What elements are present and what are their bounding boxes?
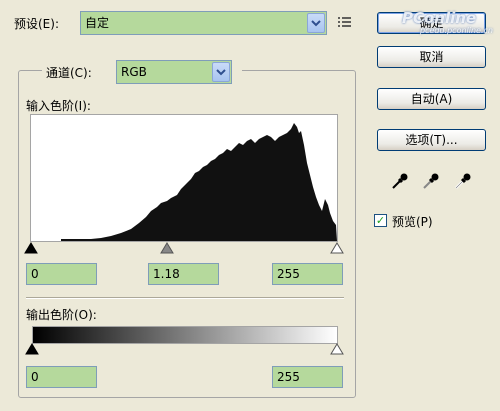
input-levels-label: 输入色阶(I): [26, 99, 91, 113]
input-black-slider[interactable] [24, 242, 38, 257]
white-eyedropper-icon[interactable] [453, 171, 473, 194]
watermark-url: pcedu.pconline.cn [420, 26, 493, 35]
output-levels-label: 输出色阶(O): [26, 308, 97, 322]
preview-checkbox[interactable]: ✓ [374, 214, 387, 227]
preview-label: 预览(P) [392, 215, 433, 229]
input-black-value: 0 [31, 267, 39, 281]
cancel-button[interactable]: 取消 [377, 46, 486, 68]
output-black-value: 0 [31, 370, 39, 384]
channel-value: RGB [121, 65, 147, 79]
input-gamma-field[interactable]: 1.18 [148, 263, 219, 285]
channel-label: 通道(C): [46, 66, 92, 80]
auto-button-label: 自动(A) [410, 92, 453, 106]
histogram-graph [31, 123, 337, 241]
input-gamma-slider[interactable] [160, 242, 174, 257]
channel-select[interactable]: RGB [116, 60, 232, 84]
checkmark-icon: ✓ [375, 214, 386, 227]
output-white-value: 255 [277, 370, 300, 384]
preset-select[interactable]: 自定 [80, 11, 327, 35]
output-white-field[interactable]: 255 [272, 366, 343, 388]
section-divider [26, 297, 344, 299]
preset-label: 预设(E): [14, 17, 59, 31]
chevron-down-icon[interactable] [212, 62, 230, 82]
auto-button[interactable]: 自动(A) [377, 88, 486, 110]
black-eyedropper-icon[interactable] [390, 171, 410, 194]
output-gradient-bar [32, 326, 338, 344]
cancel-button-label: 取消 [419, 50, 444, 64]
options-button-label: 选项(T)... [405, 133, 458, 147]
watermark-logo: PConline [402, 9, 477, 27]
output-white-slider[interactable] [330, 343, 344, 358]
input-white-field[interactable]: 255 [272, 263, 343, 285]
input-white-value: 255 [277, 267, 300, 281]
histogram [30, 114, 338, 242]
output-black-field[interactable]: 0 [26, 366, 97, 388]
input-black-field[interactable]: 0 [26, 263, 97, 285]
preset-value: 自定 [85, 16, 110, 30]
chevron-down-icon[interactable] [307, 13, 325, 33]
menu-list-icon[interactable] [337, 15, 353, 32]
output-black-slider[interactable] [25, 343, 39, 358]
input-gamma-value: 1.18 [153, 267, 180, 281]
gray-eyedropper-icon[interactable] [421, 171, 441, 194]
input-white-slider[interactable] [330, 242, 344, 257]
options-button[interactable]: 选项(T)... [377, 129, 486, 151]
